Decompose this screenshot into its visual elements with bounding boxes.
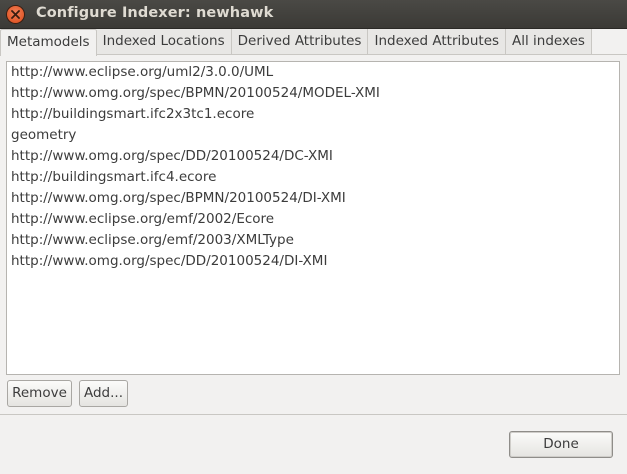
list-item[interactable]: http://www.eclipse.org/emf/2003/XMLType — [7, 230, 619, 251]
tab-indexed-attributes[interactable]: Indexed Attributes — [368, 29, 507, 55]
content-panel: Metamodels Indexed Locations Derived Att… — [0, 29, 627, 415]
close-icon — [11, 10, 20, 19]
list-item[interactable]: http://buildingsmart.ifc4.ecore — [7, 167, 619, 188]
window-title: Configure Indexer: newhawk — [36, 5, 274, 21]
metamodel-list[interactable]: http://www.eclipse.org/uml2/3.0.0/UML ht… — [6, 61, 620, 375]
tab-bar: Metamodels Indexed Locations Derived Att… — [0, 29, 592, 56]
list-item[interactable]: http://www.omg.org/spec/DD/20100524/DI-X… — [7, 251, 619, 272]
list-item[interactable]: http://www.omg.org/spec/BPMN/20100524/DI… — [7, 188, 619, 209]
tab-all-indexes[interactable]: All indexes — [506, 29, 592, 55]
list-item[interactable]: http://www.omg.org/spec/BPMN/20100524/MO… — [7, 83, 619, 104]
done-button[interactable]: Done — [509, 431, 613, 458]
title-bar: Configure Indexer: newhawk — [0, 0, 627, 29]
list-item[interactable]: http://www.eclipse.org/uml2/3.0.0/UML — [7, 62, 619, 83]
remove-button[interactable]: Remove — [7, 380, 72, 407]
window-close-button[interactable] — [7, 6, 24, 23]
list-item[interactable]: geometry — [7, 125, 619, 146]
tab-derived-attributes[interactable]: Derived Attributes — [231, 29, 369, 55]
list-item[interactable]: http://www.eclipse.org/emf/2002/Ecore — [7, 209, 619, 230]
list-item[interactable]: http://buildingsmart.ifc2x3tc1.ecore — [7, 104, 619, 125]
add-button[interactable]: Add... — [79, 380, 128, 407]
list-item[interactable]: http://www.omg.org/spec/DD/20100524/DC-X… — [7, 146, 619, 167]
tab-indexed-locations[interactable]: Indexed Locations — [96, 29, 232, 55]
tab-metamodels[interactable]: Metamodels — [0, 29, 97, 56]
